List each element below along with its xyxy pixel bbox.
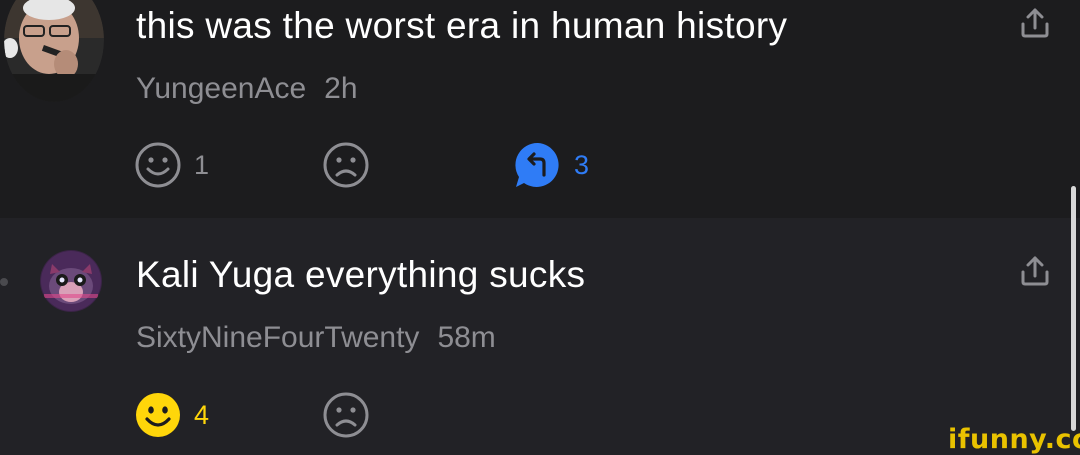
frown-button[interactable] bbox=[322, 140, 370, 190]
comment-text: Kali Yuga everything sucks bbox=[136, 254, 586, 295]
avatar[interactable] bbox=[40, 250, 102, 312]
comments-screen: this was the worst era in human history … bbox=[0, 0, 1080, 455]
smile-icon bbox=[136, 393, 180, 437]
like-count: 1 bbox=[194, 149, 210, 180]
username[interactable]: YungeenAce bbox=[136, 72, 306, 105]
comment-text: this was the worst era in human history bbox=[136, 5, 788, 46]
reply-button[interactable]: 3 bbox=[514, 140, 589, 190]
share-icon bbox=[1021, 256, 1049, 286]
frown-icon bbox=[323, 142, 369, 188]
smile-button[interactable]: 1 bbox=[134, 140, 209, 190]
reply-count: 3 bbox=[574, 149, 590, 180]
username[interactable]: SixtyNineFourTwenty bbox=[136, 321, 419, 354]
watermark: ifunny.co bbox=[948, 424, 1080, 455]
avatar[interactable] bbox=[4, 0, 104, 102]
comment-meta: YungeenAce 2h bbox=[136, 72, 358, 106]
frown-button[interactable] bbox=[322, 390, 370, 440]
timestamp: 2h bbox=[324, 72, 358, 105]
share-button[interactable] bbox=[1016, 4, 1054, 42]
comment-item: this was the worst era in human history … bbox=[0, 0, 1080, 218]
thread-indicator bbox=[0, 278, 8, 286]
smile-button[interactable]: 4 bbox=[134, 390, 209, 440]
reply-icon bbox=[515, 142, 559, 187]
smile-icon bbox=[135, 142, 181, 188]
comment-meta: SixtyNineFourTwenty 58m bbox=[136, 321, 496, 355]
like-count: 4 bbox=[194, 399, 210, 430]
comment-item: Kali Yuga everything sucks SixtyNineFour… bbox=[0, 218, 1080, 455]
scrollbar[interactable] bbox=[1071, 186, 1076, 431]
share-icon bbox=[1021, 8, 1049, 38]
share-button[interactable] bbox=[1016, 252, 1054, 290]
frown-icon bbox=[323, 392, 369, 438]
timestamp: 58m bbox=[437, 321, 496, 354]
